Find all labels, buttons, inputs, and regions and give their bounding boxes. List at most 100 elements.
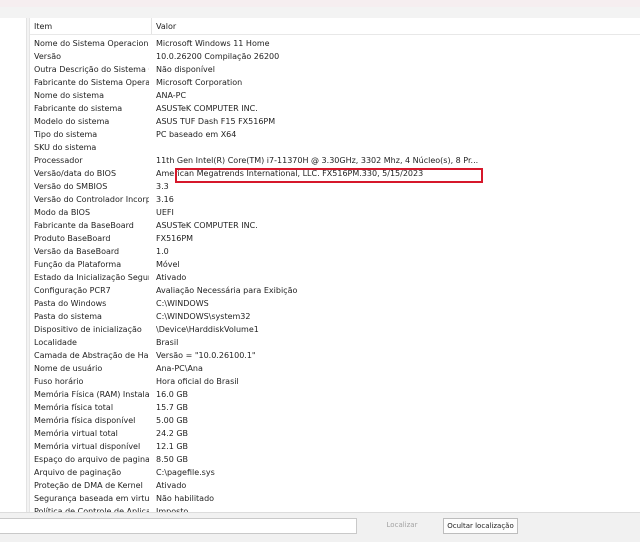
list-row[interactable]: Configuração PCR7 Avaliação Necessária pa… xyxy=(30,283,640,296)
list-row[interactable]: Camada de Abstração de Hard... Versão = "… xyxy=(30,348,640,361)
row-item-label: Versão/data do BIOS xyxy=(34,169,117,178)
row-item-label: Nome do sistema xyxy=(34,91,104,100)
row-value: Versão = "10.0.26100.1" xyxy=(156,351,256,360)
row-item-label: Modo da BIOS xyxy=(34,208,91,217)
row-value: 10.0.26200 Compilação 26200 xyxy=(156,52,280,61)
row-value: 11th Gen Intel(R) Core(TM) i7-11370H @ 3… xyxy=(156,156,479,165)
list-row[interactable]: Pasta do sistema C:\WINDOWS\system32 xyxy=(30,309,640,322)
row-value: 12.1 GB xyxy=(156,442,189,451)
row-value: Hora oficial do Brasil xyxy=(156,377,239,386)
row-item-label: Tipo do sistema xyxy=(34,130,98,139)
row-value: 5.00 GB xyxy=(156,416,189,425)
list-row[interactable]: Memória virtual total 24.2 GB xyxy=(30,426,640,439)
row-value: C:\pagefile.sys xyxy=(156,468,215,477)
row-item-label: Memória virtual disponível xyxy=(34,442,141,451)
list-row[interactable]: Versão do Controlador Incorp... 3.16 xyxy=(30,192,640,205)
hide-find-button[interactable]: Ocultar localização xyxy=(443,518,518,534)
row-item-label: Arquivo de paginação xyxy=(34,468,122,477)
row-item-label: Memória física disponível xyxy=(34,416,136,425)
column-divider[interactable] xyxy=(151,18,152,34)
row-value: ASUS TUF Dash F15 FX516PM xyxy=(156,117,276,126)
list-row[interactable]: Espaço do arquivo de paginaç... 8.50 GB xyxy=(30,452,640,465)
list-row[interactable]: Outra Descrição do Sistema O... Não dispo… xyxy=(30,62,640,75)
list-row[interactable]: Versão da BaseBoard 1.0 xyxy=(30,244,640,257)
list-row[interactable]: Arquivo de paginação C:\pagefile.sys xyxy=(30,465,640,478)
row-value: Avaliação Necessária para Exibição xyxy=(156,286,298,295)
row-value: PC baseado em X64 xyxy=(156,130,237,139)
row-item-label: Modelo do sistema xyxy=(34,117,110,126)
list-row[interactable]: Dispositivo de inicialização \Device\Hard… xyxy=(30,322,640,335)
row-item-label: Fabricante do sistema xyxy=(34,104,123,113)
row-item-label: Estado da Inicialização Segura xyxy=(34,273,149,282)
list-row[interactable]: Processador 11th Gen Intel(R) Core(TM) i7… xyxy=(30,153,640,166)
row-item-label: Versão da BaseBoard xyxy=(34,247,120,256)
row-value: Microsoft Corporation xyxy=(156,78,243,87)
row-item-label: Memória Física (RAM) Instalada xyxy=(34,390,149,399)
row-value: ANA-PC xyxy=(156,91,187,100)
row-item-label: Segurança baseada em virtuali... xyxy=(34,494,149,503)
list-row[interactable]: SKU do sistema xyxy=(30,140,640,153)
list-header: Item Valor xyxy=(30,18,640,35)
list-row[interactable]: Modelo do sistema ASUS TUF Dash F15 FX516… xyxy=(30,114,640,127)
row-item-label: Fabricante da BaseBoard xyxy=(34,221,134,230)
row-value: 24.2 GB xyxy=(156,429,189,438)
list-rows: Nome do Sistema Operacional Microsoft Win… xyxy=(30,36,640,517)
row-value: C:\WINDOWS xyxy=(156,299,209,308)
row-value: 16.0 GB xyxy=(156,390,189,399)
row-value: 8.50 GB xyxy=(156,455,189,464)
list-row[interactable]: Proteção de DMA de Kernel Ativado xyxy=(30,478,640,491)
row-value: Ana-PC\Ana xyxy=(156,364,203,373)
row-value: Ativado xyxy=(156,273,187,282)
row-item-label: Localidade xyxy=(34,338,77,347)
system-summary-list: Item Valor Nome do Sistema Operacional Mi… xyxy=(29,18,640,516)
list-row[interactable]: Memória física disponível 5.00 GB xyxy=(30,413,640,426)
row-value: Ativado xyxy=(156,481,187,490)
row-item-label: Memória virtual total xyxy=(34,429,118,438)
list-row[interactable]: Produto BaseBoard FX516PM xyxy=(30,231,640,244)
row-item-label: Dispositivo de inicialização xyxy=(34,325,142,334)
list-row[interactable]: Nome do sistema ANA-PC xyxy=(30,88,640,101)
row-value: Móvel xyxy=(156,260,180,269)
row-item-label: Configuração PCR7 xyxy=(34,286,111,295)
list-row[interactable]: Fabricante do sistema ASUSTeK COMPUTER IN… xyxy=(30,101,640,114)
row-value: \Device\HarddiskVolume1 xyxy=(156,325,259,334)
row-item-label: Outra Descrição do Sistema O... xyxy=(34,65,149,74)
row-value: 3.16 xyxy=(156,195,174,204)
list-row[interactable]: Memória virtual disponível 12.1 GB xyxy=(30,439,640,452)
list-row[interactable]: Versão 10.0.26200 Compilação 26200 xyxy=(30,49,640,62)
list-row[interactable]: Fuso horário Hora oficial do Brasil xyxy=(30,374,640,387)
row-item-label: Fuso horário xyxy=(34,377,84,386)
row-value: 15.7 GB xyxy=(156,403,189,412)
list-row[interactable]: Função da Plataforma Móvel xyxy=(30,257,640,270)
find-bar: Localizar Ocultar localização xyxy=(0,512,640,542)
list-row[interactable]: Modo da BIOS UEFI xyxy=(30,205,640,218)
list-row[interactable]: Nome do Sistema Operacional Microsoft Win… xyxy=(30,36,640,49)
row-value: C:\WINDOWS\system32 xyxy=(156,312,251,321)
row-item-label: Nome do Sistema Operacional xyxy=(34,39,149,48)
row-item-label: SKU do sistema xyxy=(34,143,97,152)
list-row[interactable]: Tipo do sistema PC baseado em X64 xyxy=(30,127,640,140)
row-value: Brasil xyxy=(156,338,179,347)
list-row[interactable]: Segurança baseada em virtuali... Não habi… xyxy=(30,491,640,504)
list-row[interactable]: Memória física total 15.7 GB xyxy=(30,400,640,413)
row-value: Não disponível xyxy=(156,65,215,74)
list-row[interactable]: Pasta do Windows C:\WINDOWS xyxy=(30,296,640,309)
row-item-label: Memória física total xyxy=(34,403,114,412)
row-value: UEFI xyxy=(156,208,174,217)
list-row[interactable]: Localidade Brasil xyxy=(30,335,640,348)
list-row[interactable]: Memória Física (RAM) Instalada 16.0 GB xyxy=(30,387,640,400)
column-header-item[interactable]: Item xyxy=(34,22,52,31)
row-value: 3.3 xyxy=(156,182,169,191)
list-row[interactable]: Nome de usuário Ana-PC\Ana xyxy=(30,361,640,374)
row-value: Não habilitado xyxy=(156,494,215,503)
row-item-label: Camada de Abstração de Hard... xyxy=(34,351,149,360)
find-button[interactable]: Localizar xyxy=(364,518,440,534)
window-top-strip xyxy=(0,0,640,7)
column-header-value[interactable]: Valor xyxy=(156,22,176,31)
list-row[interactable]: Fabricante da BaseBoard ASUSTeK COMPUTER … xyxy=(30,218,640,231)
row-item-label: Espaço do arquivo de paginaç... xyxy=(34,455,149,464)
list-row[interactable]: Estado da Inicialização Segura Ativado xyxy=(30,270,640,283)
list-row[interactable]: Fabricante do Sistema Operaci... Microsof… xyxy=(30,75,640,88)
category-tree-pane[interactable] xyxy=(0,18,27,512)
find-what-input[interactable] xyxy=(0,518,357,534)
